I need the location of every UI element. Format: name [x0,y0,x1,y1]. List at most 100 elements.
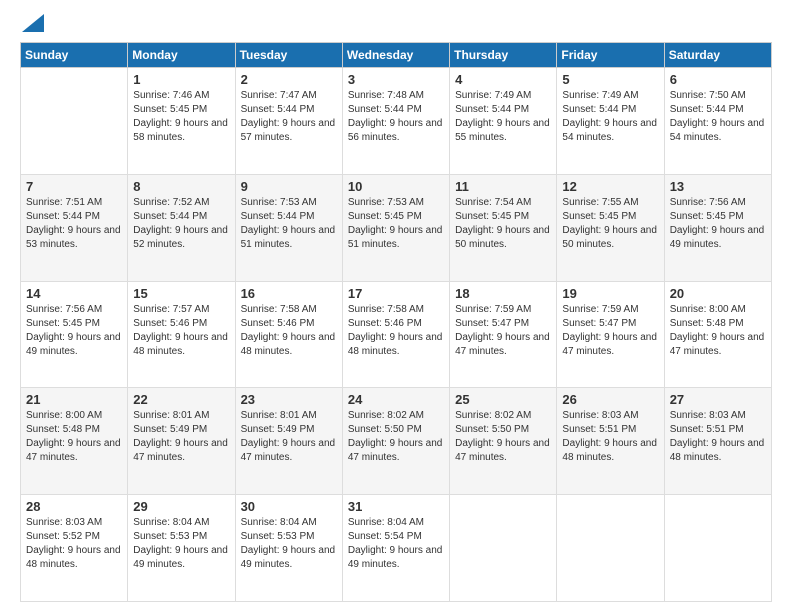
day-number: 14 [26,286,122,301]
weekday-header: Thursday [450,43,557,68]
cell-info: Sunrise: 8:02 AMSunset: 5:50 PMDaylight:… [348,410,443,463]
calendar-cell: 25 Sunrise: 8:02 AMSunset: 5:50 PMDayligh… [450,388,557,495]
day-number: 24 [348,392,444,407]
day-number: 15 [133,286,229,301]
cell-info: Sunrise: 7:49 AMSunset: 5:44 PMDaylight:… [562,90,657,143]
cell-info: Sunrise: 7:59 AMSunset: 5:47 PMDaylight:… [562,304,657,357]
day-number: 3 [348,72,444,87]
cell-info: Sunrise: 8:00 AMSunset: 5:48 PMDaylight:… [26,410,121,463]
cell-info: Sunrise: 8:02 AMSunset: 5:50 PMDaylight:… [455,410,550,463]
cell-info: Sunrise: 7:48 AMSunset: 5:44 PMDaylight:… [348,90,443,143]
day-number: 9 [241,179,337,194]
day-number: 28 [26,499,122,514]
day-number: 30 [241,499,337,514]
day-number: 13 [670,179,766,194]
cell-info: Sunrise: 8:01 AMSunset: 5:49 PMDaylight:… [133,410,228,463]
day-number: 4 [455,72,551,87]
calendar-cell: 30Sunrise: 8:04 AMSunset: 5:53 PMDayligh… [235,495,342,602]
calendar-week-row: 14 Sunrise: 7:56 AMSunset: 5:45 PMDayligh… [21,281,772,388]
cell-info: Sunrise: 7:49 AMSunset: 5:44 PMDaylight:… [455,90,550,143]
day-number: 20 [670,286,766,301]
day-number: 6 [670,72,766,87]
cell-info: Sunrise: 8:03 AMSunset: 5:51 PMDaylight:… [562,410,657,463]
cell-info: Sunrise: 7:58 AMSunset: 5:46 PMDaylight:… [241,304,336,357]
weekday-header: Monday [128,43,235,68]
weekday-header: Saturday [664,43,771,68]
cell-info: Sunrise: 7:56 AMSunset: 5:45 PMDaylight:… [26,304,121,357]
calendar-week-row: 28 Sunrise: 8:03 AMSunset: 5:52 PMDayligh… [21,495,772,602]
calendar-header-row: SundayMondayTuesdayWednesdayThursdayFrid… [21,43,772,68]
cell-info: Sunrise: 7:52 AMSunset: 5:44 PMDaylight:… [133,197,228,250]
day-number: 26 [562,392,658,407]
cell-info: Sunrise: 7:54 AMSunset: 5:45 PMDaylight:… [455,197,550,250]
calendar-week-row: 1 Sunrise: 7:46 AMSunset: 5:45 PMDaylight… [21,68,772,175]
calendar-cell: 24 Sunrise: 8:02 AMSunset: 5:50 PMDayligh… [342,388,449,495]
calendar-cell: 5 Sunrise: 7:49 AMSunset: 5:44 PMDaylight… [557,68,664,175]
day-number: 16 [241,286,337,301]
cell-info: Sunrise: 8:00 AMSunset: 5:48 PMDaylight:… [670,304,765,357]
cell-info: Sunrise: 7:53 AMSunset: 5:44 PMDaylight:… [241,197,336,250]
day-number: 27 [670,392,766,407]
cell-info: Sunrise: 8:04 AMSunset: 5:53 PMDaylight:… [133,517,228,570]
calendar-cell: 10 Sunrise: 7:53 AMSunset: 5:45 PMDayligh… [342,174,449,281]
cell-info: Sunrise: 7:46 AMSunset: 5:45 PMDaylight:… [133,90,228,143]
cell-info: Sunrise: 7:57 AMSunset: 5:46 PMDaylight:… [133,304,228,357]
day-number: 12 [562,179,658,194]
cell-info: Sunrise: 7:51 AMSunset: 5:44 PMDaylight:… [26,197,121,250]
calendar-cell: 4 Sunrise: 7:49 AMSunset: 5:44 PMDaylight… [450,68,557,175]
calendar-cell [557,495,664,602]
calendar-cell: 27 Sunrise: 8:03 AMSunset: 5:51 PMDayligh… [664,388,771,495]
calendar-cell: 11 Sunrise: 7:54 AMSunset: 5:45 PMDayligh… [450,174,557,281]
day-number: 1 [133,72,229,87]
day-number: 29 [133,499,229,514]
calendar-cell: 23Sunrise: 8:01 AMSunset: 5:49 PMDayligh… [235,388,342,495]
calendar-week-row: 21 Sunrise: 8:00 AMSunset: 5:48 PMDayligh… [21,388,772,495]
calendar-cell: 28 Sunrise: 8:03 AMSunset: 5:52 PMDayligh… [21,495,128,602]
day-number: 7 [26,179,122,194]
calendar-cell [664,495,771,602]
calendar-cell: 3 Sunrise: 7:48 AMSunset: 5:44 PMDaylight… [342,68,449,175]
calendar-cell: 1 Sunrise: 7:46 AMSunset: 5:45 PMDaylight… [128,68,235,175]
day-number: 22 [133,392,229,407]
day-number: 23 [241,392,337,407]
cell-info: Sunrise: 7:58 AMSunset: 5:46 PMDaylight:… [348,304,443,357]
calendar-cell [21,68,128,175]
calendar-week-row: 7 Sunrise: 7:51 AMSunset: 5:44 PMDaylight… [21,174,772,281]
calendar-cell: 12Sunrise: 7:55 AMSunset: 5:45 PMDayligh… [557,174,664,281]
day-number: 31 [348,499,444,514]
calendar-cell: 21 Sunrise: 8:00 AMSunset: 5:48 PMDayligh… [21,388,128,495]
cell-info: Sunrise: 8:04 AMSunset: 5:54 PMDaylight:… [348,517,443,570]
calendar-cell: 16 Sunrise: 7:58 AMSunset: 5:46 PMDayligh… [235,281,342,388]
day-number: 21 [26,392,122,407]
day-number: 5 [562,72,658,87]
cell-info: Sunrise: 8:03 AMSunset: 5:51 PMDaylight:… [670,410,765,463]
logo-arrow-icon [22,14,44,32]
weekday-header: Friday [557,43,664,68]
calendar-cell: 13 Sunrise: 7:56 AMSunset: 5:45 PMDayligh… [664,174,771,281]
day-number: 8 [133,179,229,194]
day-number: 25 [455,392,551,407]
calendar-cell: 18 Sunrise: 7:59 AMSunset: 5:47 PMDayligh… [450,281,557,388]
calendar-cell [450,495,557,602]
calendar-cell: 14 Sunrise: 7:56 AMSunset: 5:45 PMDayligh… [21,281,128,388]
calendar-cell: 22 Sunrise: 8:01 AMSunset: 5:49 PMDayligh… [128,388,235,495]
cell-info: Sunrise: 7:59 AMSunset: 5:47 PMDaylight:… [455,304,550,357]
weekday-header: Wednesday [342,43,449,68]
calendar-cell: 26 Sunrise: 8:03 AMSunset: 5:51 PMDayligh… [557,388,664,495]
day-number: 10 [348,179,444,194]
calendar-cell: 6Sunrise: 7:50 AMSunset: 5:44 PMDaylight… [664,68,771,175]
day-number: 18 [455,286,551,301]
calendar-cell: 20 Sunrise: 8:00 AMSunset: 5:48 PMDayligh… [664,281,771,388]
day-number: 19 [562,286,658,301]
header [20,18,772,32]
cell-info: Sunrise: 7:53 AMSunset: 5:45 PMDaylight:… [348,197,443,250]
day-number: 11 [455,179,551,194]
calendar-cell: 8 Sunrise: 7:52 AMSunset: 5:44 PMDaylight… [128,174,235,281]
calendar-table: SundayMondayTuesdayWednesdayThursdayFrid… [20,42,772,602]
calendar-cell: 19 Sunrise: 7:59 AMSunset: 5:47 PMDayligh… [557,281,664,388]
cell-info: Sunrise: 8:03 AMSunset: 5:52 PMDaylight:… [26,517,121,570]
cell-info: Sunrise: 7:56 AMSunset: 5:45 PMDaylight:… [670,197,765,250]
calendar-cell: 2Sunrise: 7:47 AMSunset: 5:44 PMDaylight… [235,68,342,175]
calendar-cell: 9 Sunrise: 7:53 AMSunset: 5:44 PMDaylight… [235,174,342,281]
calendar-cell: 29 Sunrise: 8:04 AMSunset: 5:53 PMDayligh… [128,495,235,602]
